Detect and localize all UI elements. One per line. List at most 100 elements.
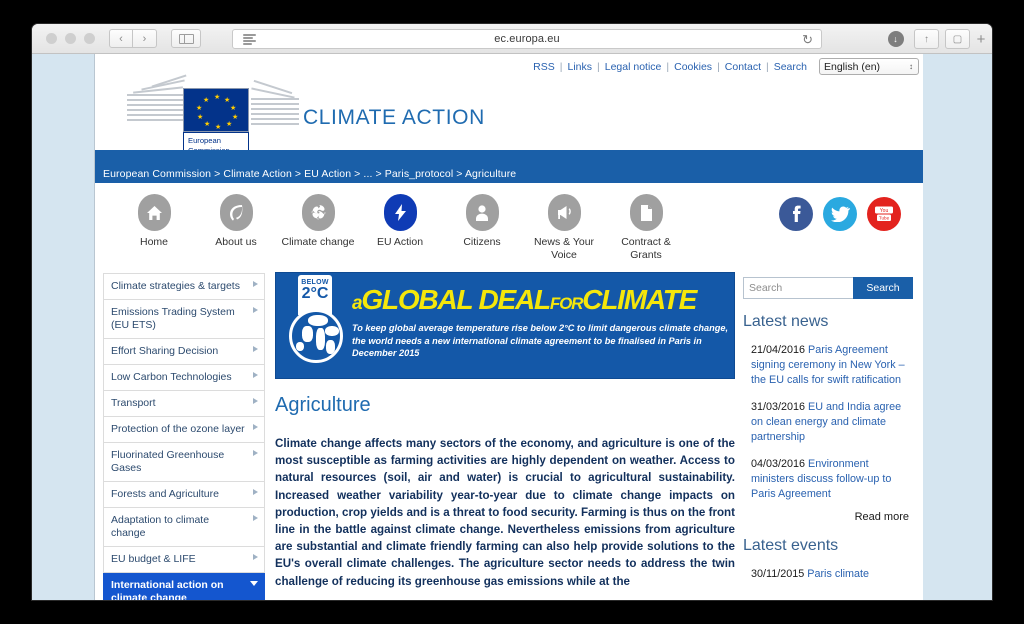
link-rss[interactable]: RSS [533, 61, 555, 73]
menu-label: Climate strategies & targets [111, 280, 240, 292]
article-title: Agriculture [275, 394, 371, 416]
reader-view-icon[interactable] [243, 34, 256, 45]
downloads-button[interactable]: ↓ [883, 29, 908, 49]
page-viewport: RSS | Links | Legal notice | Cookies | C… [95, 54, 992, 600]
new-tab-button[interactable]: + [972, 28, 990, 50]
home-icon [137, 194, 171, 231]
reload-icon[interactable]: ↻ [802, 32, 813, 48]
org-line-1: European [188, 136, 221, 145]
event-date: 30/11/2015 [751, 568, 805, 580]
headline-a: a [352, 293, 363, 314]
read-more-link[interactable]: Read more [743, 511, 913, 523]
nav-label: EU Action [376, 236, 424, 248]
chevron-right-icon [253, 346, 258, 352]
menu-label: Effort Sharing Decision [111, 345, 219, 357]
menu-label: EU budget & LIFE [111, 553, 196, 565]
minimize-window-button[interactable] [65, 33, 76, 44]
menu-item-international-action[interactable]: International action on climate change [103, 573, 265, 600]
menu-item-emissions-trading[interactable]: Emissions Trading System (EU ETS) [103, 300, 265, 339]
facebook-icon[interactable] [779, 197, 813, 231]
chevron-updown-icon: ↕ [909, 62, 913, 71]
separator: | [765, 60, 769, 73]
toolbar-right-buttons: ↓ ↑ ▢ [883, 29, 970, 49]
chevron-right-icon [253, 489, 258, 495]
menu-item-ozone-layer[interactable]: Protection of the ozone layer [103, 417, 265, 443]
document-icon [629, 194, 663, 231]
nav-label: Climate change [281, 236, 355, 248]
global-deal-banner[interactable]: BELOW 2°C aGLOBAL DEALFORCLIMATE To keep… [275, 272, 735, 379]
menu-label: Forests and Agriculture [111, 488, 219, 500]
breadcrumb-bar: European Commission > Climate Action > E… [95, 150, 923, 183]
news-item[interactable]: 04/03/2016 Environment ministers discuss… [743, 457, 913, 502]
window-controls[interactable] [46, 33, 95, 44]
chevron-right-icon [253, 307, 258, 313]
download-icon: ↓ [887, 31, 904, 47]
section-menu: Climate strategies & targets Emissions T… [95, 269, 265, 600]
share-button[interactable]: ↑ [914, 29, 939, 49]
news-item[interactable]: 31/03/2016 EU and India agree on clean e… [743, 400, 913, 445]
chevron-down-icon [250, 581, 258, 586]
web-page: RSS | Links | Legal notice | Cookies | C… [95, 54, 923, 600]
chevron-right-icon [253, 515, 258, 521]
nav-item-about-us[interactable]: About us [195, 194, 277, 249]
link-legal-notice[interactable]: Legal notice [605, 61, 662, 73]
page-scrollbar[interactable] [919, 54, 923, 600]
url-text: ec.europa.eu [494, 33, 560, 45]
menu-item-eu-budget-life[interactable]: EU budget & LIFE [103, 547, 265, 573]
event-item[interactable]: 30/11/2015 Paris climate [743, 567, 913, 582]
search-input[interactable]: Search [743, 277, 853, 299]
news-date: 31/03/2016 [751, 401, 806, 413]
content-columns: Climate strategies & targets Emissions T… [95, 269, 923, 600]
search-button[interactable]: Search [853, 277, 913, 299]
link-cookies[interactable]: Cookies [674, 61, 712, 73]
link-links[interactable]: Links [568, 61, 593, 73]
menu-item-low-carbon[interactable]: Low Carbon Technologies [103, 365, 265, 391]
browser-body: RSS | Links | Legal notice | Cookies | C… [32, 54, 992, 600]
navigation-buttons: ‹ › [109, 29, 157, 48]
youtube-icon[interactable]: You Tube [867, 197, 901, 231]
globe-icon [289, 309, 343, 363]
nav-item-news-your-voice[interactable]: News & Your Voice [523, 194, 605, 262]
separator: | [717, 60, 720, 73]
twitter-icon[interactable] [823, 197, 857, 231]
forward-button[interactable]: › [133, 29, 157, 48]
nav-item-home[interactable]: Home [113, 194, 195, 249]
menu-item-fluorinated-gases[interactable]: Fluorinated Greenhouse Gases [103, 443, 265, 482]
back-button[interactable]: ‹ [109, 29, 133, 48]
utility-links: RSS | Links | Legal notice | Cookies | C… [533, 58, 919, 75]
chevron-right-icon [253, 372, 258, 378]
browser-toolbar: ‹ › ec.europa.eu ↻ ↓ ↑ ▢ + [32, 24, 992, 54]
close-window-button[interactable] [46, 33, 57, 44]
language-select[interactable]: English (en) ↕ [819, 58, 919, 75]
menu-item-transport[interactable]: Transport [103, 391, 265, 417]
maximize-window-button[interactable] [84, 33, 95, 44]
show-tabs-button[interactable]: ▢ [945, 29, 970, 49]
nav-item-citizens[interactable]: Citizens [441, 194, 523, 249]
menu-item-adaptation[interactable]: Adaptation to climate change [103, 508, 265, 547]
svg-text:Tube: Tube [879, 216, 890, 221]
nav-label: Home [139, 236, 168, 248]
nav-item-climate-change[interactable]: Climate change [277, 194, 359, 249]
banner-subline: To keep global average temperature rise … [352, 322, 730, 360]
link-search[interactable]: Search [774, 61, 807, 73]
menu-label: Fluorinated Greenhouse Gases [111, 449, 225, 474]
event-text[interactable]: Paris climate [807, 568, 869, 580]
link-contact[interactable]: Contact [725, 61, 761, 73]
person-icon [465, 194, 499, 231]
address-bar[interactable]: ec.europa.eu ↻ [232, 29, 822, 49]
breadcrumb[interactable]: European Commission > Climate Action > E… [103, 168, 516, 180]
chevron-right-icon [253, 281, 258, 287]
menu-item-forests-agriculture[interactable]: Forests and Agriculture [103, 482, 265, 508]
menu-item-climate-strategies[interactable]: Climate strategies & targets [103, 273, 265, 300]
sidebar-toggle-button[interactable] [171, 29, 201, 48]
bolt-icon [383, 194, 417, 231]
badge-temperature: 2°C [301, 285, 329, 302]
news-item[interactable]: 21/04/2016 Paris Agreement signing cerem… [743, 343, 913, 388]
browser-side-pane [32, 54, 95, 600]
menu-label: Protection of the ozone layer [111, 423, 245, 435]
megaphone-icon [547, 194, 581, 231]
nav-item-contract-grants[interactable]: Contract & Grants [605, 194, 687, 262]
menu-item-effort-sharing[interactable]: Effort Sharing Decision [103, 339, 265, 365]
nav-label: About us [215, 236, 257, 248]
nav-item-eu-action[interactable]: EU Action [359, 194, 441, 249]
